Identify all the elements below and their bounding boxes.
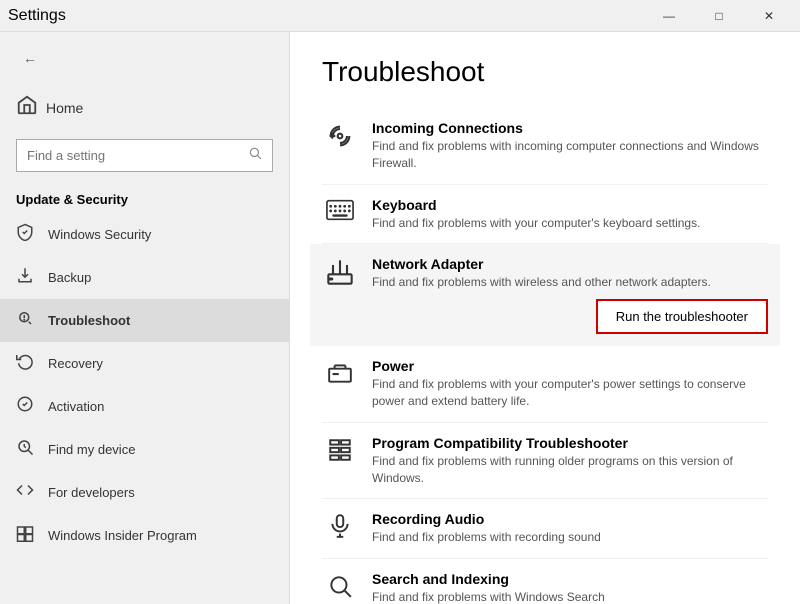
network-adapter-icon	[322, 256, 358, 286]
sidebar-label-windows-security: Windows Security	[48, 227, 151, 242]
title-bar: Settings — □ ✕	[0, 0, 800, 32]
recording-audio-name: Recording Audio	[372, 511, 768, 527]
back-button[interactable]: ←	[16, 44, 44, 72]
home-icon	[16, 94, 34, 121]
search-icon	[248, 146, 262, 165]
sidebar-item-windows-security[interactable]: Windows Security	[0, 213, 289, 256]
power-desc: Find and fix problems with your computer…	[372, 376, 768, 410]
title-bar-controls: — □ ✕	[646, 0, 792, 32]
sidebar-label-find-my-device: Find my device	[48, 442, 135, 457]
sidebar: ← Home Update & Security	[0, 32, 290, 604]
program-compat-name: Program Compatibility Troubleshooter	[372, 435, 768, 451]
windows-insider-icon	[16, 524, 34, 547]
main-content: Troubleshoot Incoming Connections Find a…	[290, 32, 800, 604]
power-name: Power	[372, 358, 768, 374]
title-bar-title: Settings	[8, 7, 66, 25]
list-item: Search and Indexing Find and fix problem…	[322, 559, 768, 604]
search-input[interactable]	[27, 148, 240, 163]
sidebar-item-windows-insider[interactable]: Windows Insider Program	[0, 514, 289, 557]
sidebar-item-recovery[interactable]: Recovery	[0, 342, 289, 385]
keyboard-name: Keyboard	[372, 197, 768, 213]
sidebar-item-activation[interactable]: Activation	[0, 385, 289, 428]
backup-icon	[16, 266, 34, 289]
power-icon	[322, 358, 358, 386]
sidebar-item-backup[interactable]: Backup	[0, 256, 289, 299]
close-button[interactable]: ✕	[746, 0, 792, 32]
incoming-connections-name: Incoming Connections	[372, 120, 768, 136]
sidebar-label-activation: Activation	[48, 399, 104, 414]
keyboard-desc: Find and fix problems with your computer…	[372, 215, 768, 232]
sidebar-nav-top: ←	[0, 32, 289, 84]
sidebar-item-home[interactable]: Home	[0, 84, 289, 131]
developers-icon	[16, 481, 34, 504]
activation-icon	[16, 395, 34, 418]
search-indexing-name: Search and Indexing	[372, 571, 768, 587]
troubleshoot-icon	[16, 309, 34, 332]
search-indexing-icon	[322, 571, 358, 599]
sidebar-item-troubleshoot[interactable]: Troubleshoot	[0, 299, 289, 342]
list-item: Keyboard Find and fix problems with your…	[322, 185, 768, 245]
find-device-icon	[16, 438, 34, 461]
list-item: Incoming Connections Find and fix proble…	[322, 108, 768, 185]
run-troubleshooter-button[interactable]: Run the troubleshooter	[596, 299, 768, 334]
sidebar-item-for-developers[interactable]: For developers	[0, 471, 289, 514]
list-item: Network Adapter Find and fix problems wi…	[310, 244, 780, 346]
search-indexing-desc: Find and fix problems with Windows Searc…	[372, 589, 768, 604]
sidebar-label-backup: Backup	[48, 270, 91, 285]
run-btn-container: Run the troubleshooter	[372, 299, 768, 334]
title-bar-left: Settings	[8, 7, 66, 25]
sidebar-label-windows-insider: Windows Insider Program	[48, 528, 197, 543]
list-item: Power Find and fix problems with your co…	[322, 346, 768, 423]
home-label: Home	[46, 100, 83, 116]
recording-audio-icon	[322, 511, 358, 539]
program-compat-icon	[322, 435, 358, 463]
section-label: Update & Security	[0, 180, 289, 213]
sidebar-label-for-developers: For developers	[48, 485, 135, 500]
incoming-connections-icon	[322, 120, 358, 150]
recovery-icon	[16, 352, 34, 375]
network-adapter-desc: Find and fix problems with wireless and …	[372, 274, 768, 291]
windows-security-icon	[16, 223, 34, 246]
keyboard-icon	[322, 197, 358, 221]
list-item: Program Compatibility Troubleshooter Fin…	[322, 423, 768, 500]
search-box[interactable]	[16, 139, 273, 172]
sidebar-label-recovery: Recovery	[48, 356, 103, 371]
maximize-button[interactable]: □	[696, 0, 742, 32]
app-body: ← Home Update & Security	[0, 32, 800, 604]
program-compat-desc: Find and fix problems with running older…	[372, 453, 768, 487]
network-adapter-name: Network Adapter	[372, 256, 768, 272]
sidebar-item-find-my-device[interactable]: Find my device	[0, 428, 289, 471]
incoming-connections-desc: Find and fix problems with incoming comp…	[372, 138, 768, 172]
recording-audio-desc: Find and fix problems with recording sou…	[372, 529, 768, 546]
sidebar-label-troubleshoot: Troubleshoot	[48, 313, 130, 328]
minimize-button[interactable]: —	[646, 0, 692, 32]
page-title: Troubleshoot	[322, 56, 768, 88]
list-item: Recording Audio Find and fix problems wi…	[322, 499, 768, 559]
